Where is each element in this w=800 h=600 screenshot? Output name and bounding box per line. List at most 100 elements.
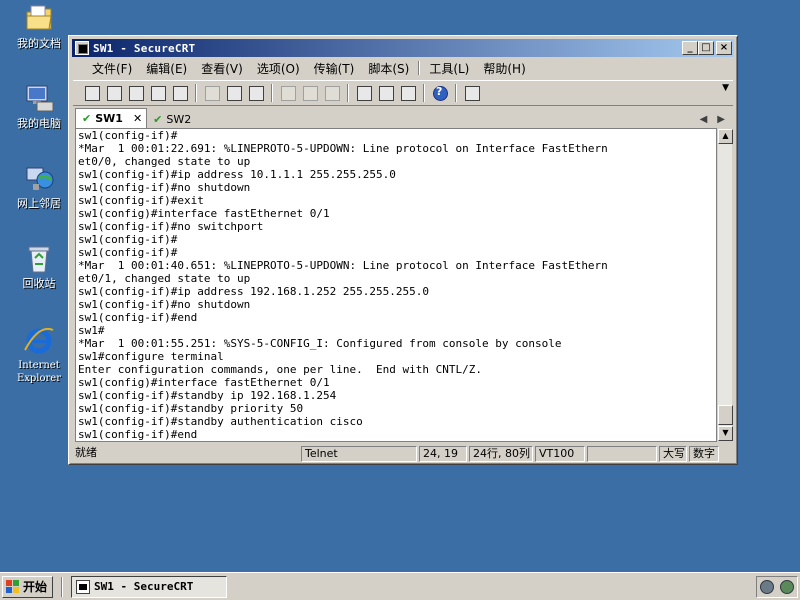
session-options-icon[interactable] bbox=[355, 84, 373, 102]
copy-icon[interactable] bbox=[203, 84, 221, 102]
keymap-icon[interactable] bbox=[399, 84, 417, 102]
terminal-line: sw1(config-if)#standby ip 192.168.1.254 bbox=[78, 389, 337, 402]
scrollbar-thumb[interactable] bbox=[718, 405, 733, 425]
quick-connect-icon[interactable] bbox=[105, 84, 123, 102]
menu-script[interactable]: 脚本(S) bbox=[361, 60, 416, 77]
scroll-down-icon[interactable]: ▼ bbox=[718, 426, 733, 441]
desktop-icon-my-computer[interactable]: 我的电脑 bbox=[8, 82, 70, 130]
tab-scroll-left-icon[interactable]: ◀ bbox=[700, 114, 708, 125]
terminal-line: sw1(config-if)#exit bbox=[78, 194, 204, 207]
status-bar: 就绪 Telnet 24, 19 24行, 80列 VT100 大写 数字 bbox=[73, 445, 733, 463]
terminal-scrollbar[interactable]: ▲ ▼ bbox=[717, 128, 733, 442]
minimize-button[interactable]: _ bbox=[682, 41, 698, 55]
terminal-line: sw1(config-if)#end bbox=[78, 311, 198, 324]
tab-close-icon[interactable]: ✕ bbox=[133, 112, 142, 125]
menu-file[interactable]: 文件(F) bbox=[85, 60, 139, 77]
desktop-icon-label: Internet bbox=[18, 360, 60, 371]
desktop-icon-internet-explorer[interactable]: Internet Explorer bbox=[8, 324, 70, 385]
securecrt-window: SW1 - SecureCRT _ □ × 文件(F) 编辑(E) 查看(V) … bbox=[68, 35, 738, 465]
terminal-line: sw1(config-if)#no shutdown bbox=[78, 181, 251, 194]
connected-check-icon: ✔ bbox=[153, 112, 163, 126]
status-emulation: VT100 bbox=[535, 446, 585, 462]
print-setup-icon[interactable] bbox=[323, 84, 341, 102]
maximize-button[interactable]: □ bbox=[698, 41, 714, 55]
taskbar-item-label: SW1 - SecureCRT bbox=[94, 580, 194, 593]
find-icon[interactable] bbox=[247, 84, 265, 102]
scroll-up-icon[interactable]: ▲ bbox=[718, 129, 733, 144]
tab-label: SW1 bbox=[95, 112, 123, 125]
terminal-line: sw1(config-if)#standby priority 50 bbox=[78, 402, 304, 415]
status-protocol: Telnet bbox=[301, 446, 417, 462]
desktop-icon-label: 回收站 bbox=[22, 277, 56, 290]
paste-icon[interactable] bbox=[225, 84, 243, 102]
start-label: 开始 bbox=[23, 580, 48, 594]
desktop-icon-label: 网上邻居 bbox=[17, 197, 61, 210]
close-button[interactable]: × bbox=[716, 41, 732, 55]
menu-edit[interactable]: 编辑(E) bbox=[139, 60, 194, 77]
disconnect-icon[interactable] bbox=[171, 84, 189, 102]
terminal-line: sw1(config-if)#ip address 192.168.1.252 … bbox=[78, 285, 429, 298]
toolbar: ▼ bbox=[73, 80, 733, 106]
print-selection-icon[interactable] bbox=[301, 84, 319, 102]
app-icon bbox=[75, 41, 89, 55]
terminal-line: *Mar 1 00:01:22.691: %LINEPROTO-5-UPDOWN… bbox=[78, 142, 608, 155]
terminal-line: sw1(config-if)#standby authentication ci… bbox=[78, 415, 363, 428]
print-icon[interactable] bbox=[279, 84, 297, 102]
reconnect-icon[interactable] bbox=[149, 84, 167, 102]
title-bar[interactable]: SW1 - SecureCRT _ □ × bbox=[72, 39, 734, 57]
terminal-line: sw1# bbox=[78, 324, 105, 337]
terminal-line: sw1(config-if)#ip address 10.1.1.1 255.2… bbox=[78, 168, 396, 181]
toolbar-separator bbox=[347, 84, 349, 102]
menu-transfer[interactable]: 传输(T) bbox=[307, 60, 362, 77]
connect-icon[interactable] bbox=[83, 84, 101, 102]
window-title: SW1 - SecureCRT bbox=[93, 41, 196, 55]
status-cursor: 24, 19 bbox=[419, 446, 467, 462]
desktop-icon-label: 我的电脑 bbox=[17, 117, 61, 130]
terminal-line: sw1(config-if)#no shutdown bbox=[78, 298, 251, 311]
taskbar-separator bbox=[61, 576, 64, 597]
toolbar-separator bbox=[455, 84, 457, 102]
taskbar-item-securecrt[interactable]: SW1 - SecureCRT bbox=[71, 575, 228, 598]
desktop-icon-recycle-bin[interactable]: 回收站 bbox=[8, 242, 70, 290]
terminal-line: sw1#configure terminal bbox=[78, 350, 224, 363]
desktop-icon-my-documents[interactable]: 我的文档 bbox=[8, 2, 70, 50]
toolbar-separator bbox=[271, 84, 273, 102]
windows-logo-icon bbox=[6, 579, 20, 594]
desktop-icon-label: 我的文档 bbox=[17, 37, 61, 50]
terminal-line: et0/0, changed state to up bbox=[78, 155, 251, 168]
start-button[interactable]: 开始 bbox=[2, 575, 54, 598]
global-options-icon[interactable] bbox=[377, 84, 395, 102]
tab-sw2[interactable]: ✔ SW2 bbox=[147, 110, 197, 128]
menu-tools[interactable]: 工具(L) bbox=[422, 60, 476, 77]
status-size: 24行, 80列 bbox=[469, 446, 533, 462]
terminal-line: sw1(config)#interface fastEthernet 0/1 bbox=[78, 376, 330, 389]
status-ready: 就绪 bbox=[75, 446, 97, 459]
status-num: 数字 bbox=[689, 446, 719, 462]
status-empty bbox=[587, 446, 657, 462]
tab-bar: ✔ SW1 ✕ ✔ SW2 ◀ ▶ bbox=[73, 108, 733, 128]
terminal-line: *Mar 1 00:01:40.651: %LINEPROTO-5-UPDOWN… bbox=[78, 259, 608, 272]
menu-options[interactable]: 选项(O) bbox=[250, 60, 307, 77]
tab-scroll-right-icon[interactable]: ▶ bbox=[717, 114, 725, 125]
desktop-icon-network[interactable]: 网上邻居 bbox=[8, 162, 70, 210]
tray-network-icon[interactable] bbox=[780, 579, 794, 594]
terminal-output[interactable]: sw1(config-if)# *Mar 1 00:01:22.691: %LIN… bbox=[75, 128, 717, 442]
taskbar: 开始 SW1 - SecureCRT bbox=[0, 572, 800, 600]
terminal-line: et0/1, changed state to up bbox=[78, 272, 251, 285]
tray-volume-icon[interactable] bbox=[760, 579, 774, 594]
toolbar-separator bbox=[423, 84, 425, 102]
computer-icon bbox=[23, 82, 55, 114]
folder-icon bbox=[23, 2, 55, 34]
toolbar-overflow-icon[interactable]: ▼ bbox=[722, 83, 729, 93]
help-icon[interactable] bbox=[431, 84, 449, 102]
connected-check-icon: ✔ bbox=[82, 112, 92, 125]
menu-help[interactable]: 帮助(H) bbox=[476, 60, 532, 77]
menu-view[interactable]: 查看(V) bbox=[194, 60, 250, 77]
tab-label: SW2 bbox=[166, 112, 192, 126]
terminal-line: Enter configuration commands, one per li… bbox=[78, 363, 482, 376]
tab-sw1[interactable]: ✔ SW1 ✕ bbox=[75, 108, 148, 128]
connect-tab-icon[interactable] bbox=[127, 84, 145, 102]
about-icon[interactable] bbox=[463, 84, 481, 102]
terminal-line: sw1(config)#interface fastEthernet 0/1 bbox=[78, 207, 330, 220]
menu-bar: 文件(F) 编辑(E) 查看(V) 选项(O) 传输(T) 脚本(S) 工具(L… bbox=[73, 58, 733, 78]
